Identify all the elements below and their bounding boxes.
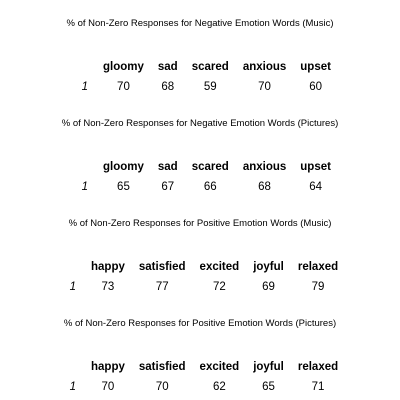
table-cell: 65 (262, 381, 275, 393)
table-cell: 72 (212, 281, 226, 293)
table-caption: % of Non-Zero Responses for Positive Emo… (68, 218, 332, 229)
table-cell: 65 (117, 181, 130, 193)
table-cell: 59 (203, 81, 217, 93)
column-header: upset (300, 61, 331, 73)
column-header: relaxed (297, 261, 339, 273)
column-header: scared (191, 61, 229, 73)
column-header: scared (191, 161, 229, 173)
table-cell: 70 (258, 81, 271, 93)
table-cell: 68 (161, 81, 175, 93)
row-label: 1 (69, 281, 76, 293)
header-row: gloomy sad scared anxious upset (78, 57, 338, 77)
table-cell: 60 (309, 81, 323, 93)
data-table: happy satisfied excited joyful relaxed 1… (66, 357, 345, 397)
table-cell: 77 (155, 281, 169, 293)
table-row: 1 70 70 62 65 71 (66, 377, 345, 397)
column-header: satisfied (138, 261, 186, 273)
column-header: anxious (242, 161, 287, 173)
header-row: happy satisfied excited joyful relaxed (66, 357, 345, 377)
table-row: 1 65 67 66 68 64 (78, 177, 338, 197)
column-header: anxious (242, 61, 287, 73)
table-caption: % of Non-Zero Responses for Negative Emo… (66, 18, 334, 29)
column-header: gloomy (103, 161, 144, 173)
blank-header-cell (78, 57, 96, 77)
table-cell: 70 (117, 81, 130, 93)
row-label: 1 (81, 181, 88, 193)
column-header: upset (300, 161, 331, 173)
column-header: joyful (253, 361, 284, 373)
table-cell: 66 (203, 181, 217, 193)
table-caption: % of Non-Zero Responses for Positive Emo… (63, 318, 337, 329)
table-cell: 70 (155, 381, 169, 393)
table-cell: 64 (309, 181, 323, 193)
data-table: gloomy sad scared anxious upset 1 70 68 … (78, 57, 338, 97)
header-row: gloomy sad scared anxious upset (78, 157, 338, 177)
table-cell: 67 (161, 181, 175, 193)
column-header: happy (91, 361, 125, 373)
row-label: 1 (69, 381, 76, 393)
column-header: gloomy (103, 61, 144, 73)
column-header: joyful (253, 261, 284, 273)
table-cell: 70 (101, 381, 115, 393)
table-cell: 62 (212, 381, 226, 393)
table-cell: 71 (311, 381, 325, 393)
table-row: 1 70 68 59 70 60 (78, 77, 338, 97)
blank-header-cell (78, 157, 96, 177)
column-header: sad (157, 161, 178, 173)
header-row: happy satisfied excited joyful relaxed (66, 257, 345, 277)
column-header: excited (199, 261, 240, 273)
table-cell: 69 (262, 281, 275, 293)
table-cell: 68 (258, 181, 271, 193)
table-cell: 79 (311, 281, 325, 293)
blank-header-cell (66, 257, 84, 277)
table-caption: % of Non-Zero Responses for Negative Emo… (61, 118, 339, 129)
column-header: satisfied (138, 361, 186, 373)
column-header: happy (91, 261, 125, 273)
data-table: gloomy sad scared anxious upset 1 65 67 … (78, 157, 338, 197)
column-header: excited (199, 361, 240, 373)
row-label: 1 (81, 81, 88, 93)
table-cell: 73 (101, 281, 115, 293)
data-table: happy satisfied excited joyful relaxed 1… (66, 257, 345, 297)
column-header: sad (157, 61, 178, 73)
column-header: relaxed (297, 361, 339, 373)
table-row: 1 73 77 72 69 79 (66, 277, 345, 297)
blank-header-cell (66, 357, 84, 377)
